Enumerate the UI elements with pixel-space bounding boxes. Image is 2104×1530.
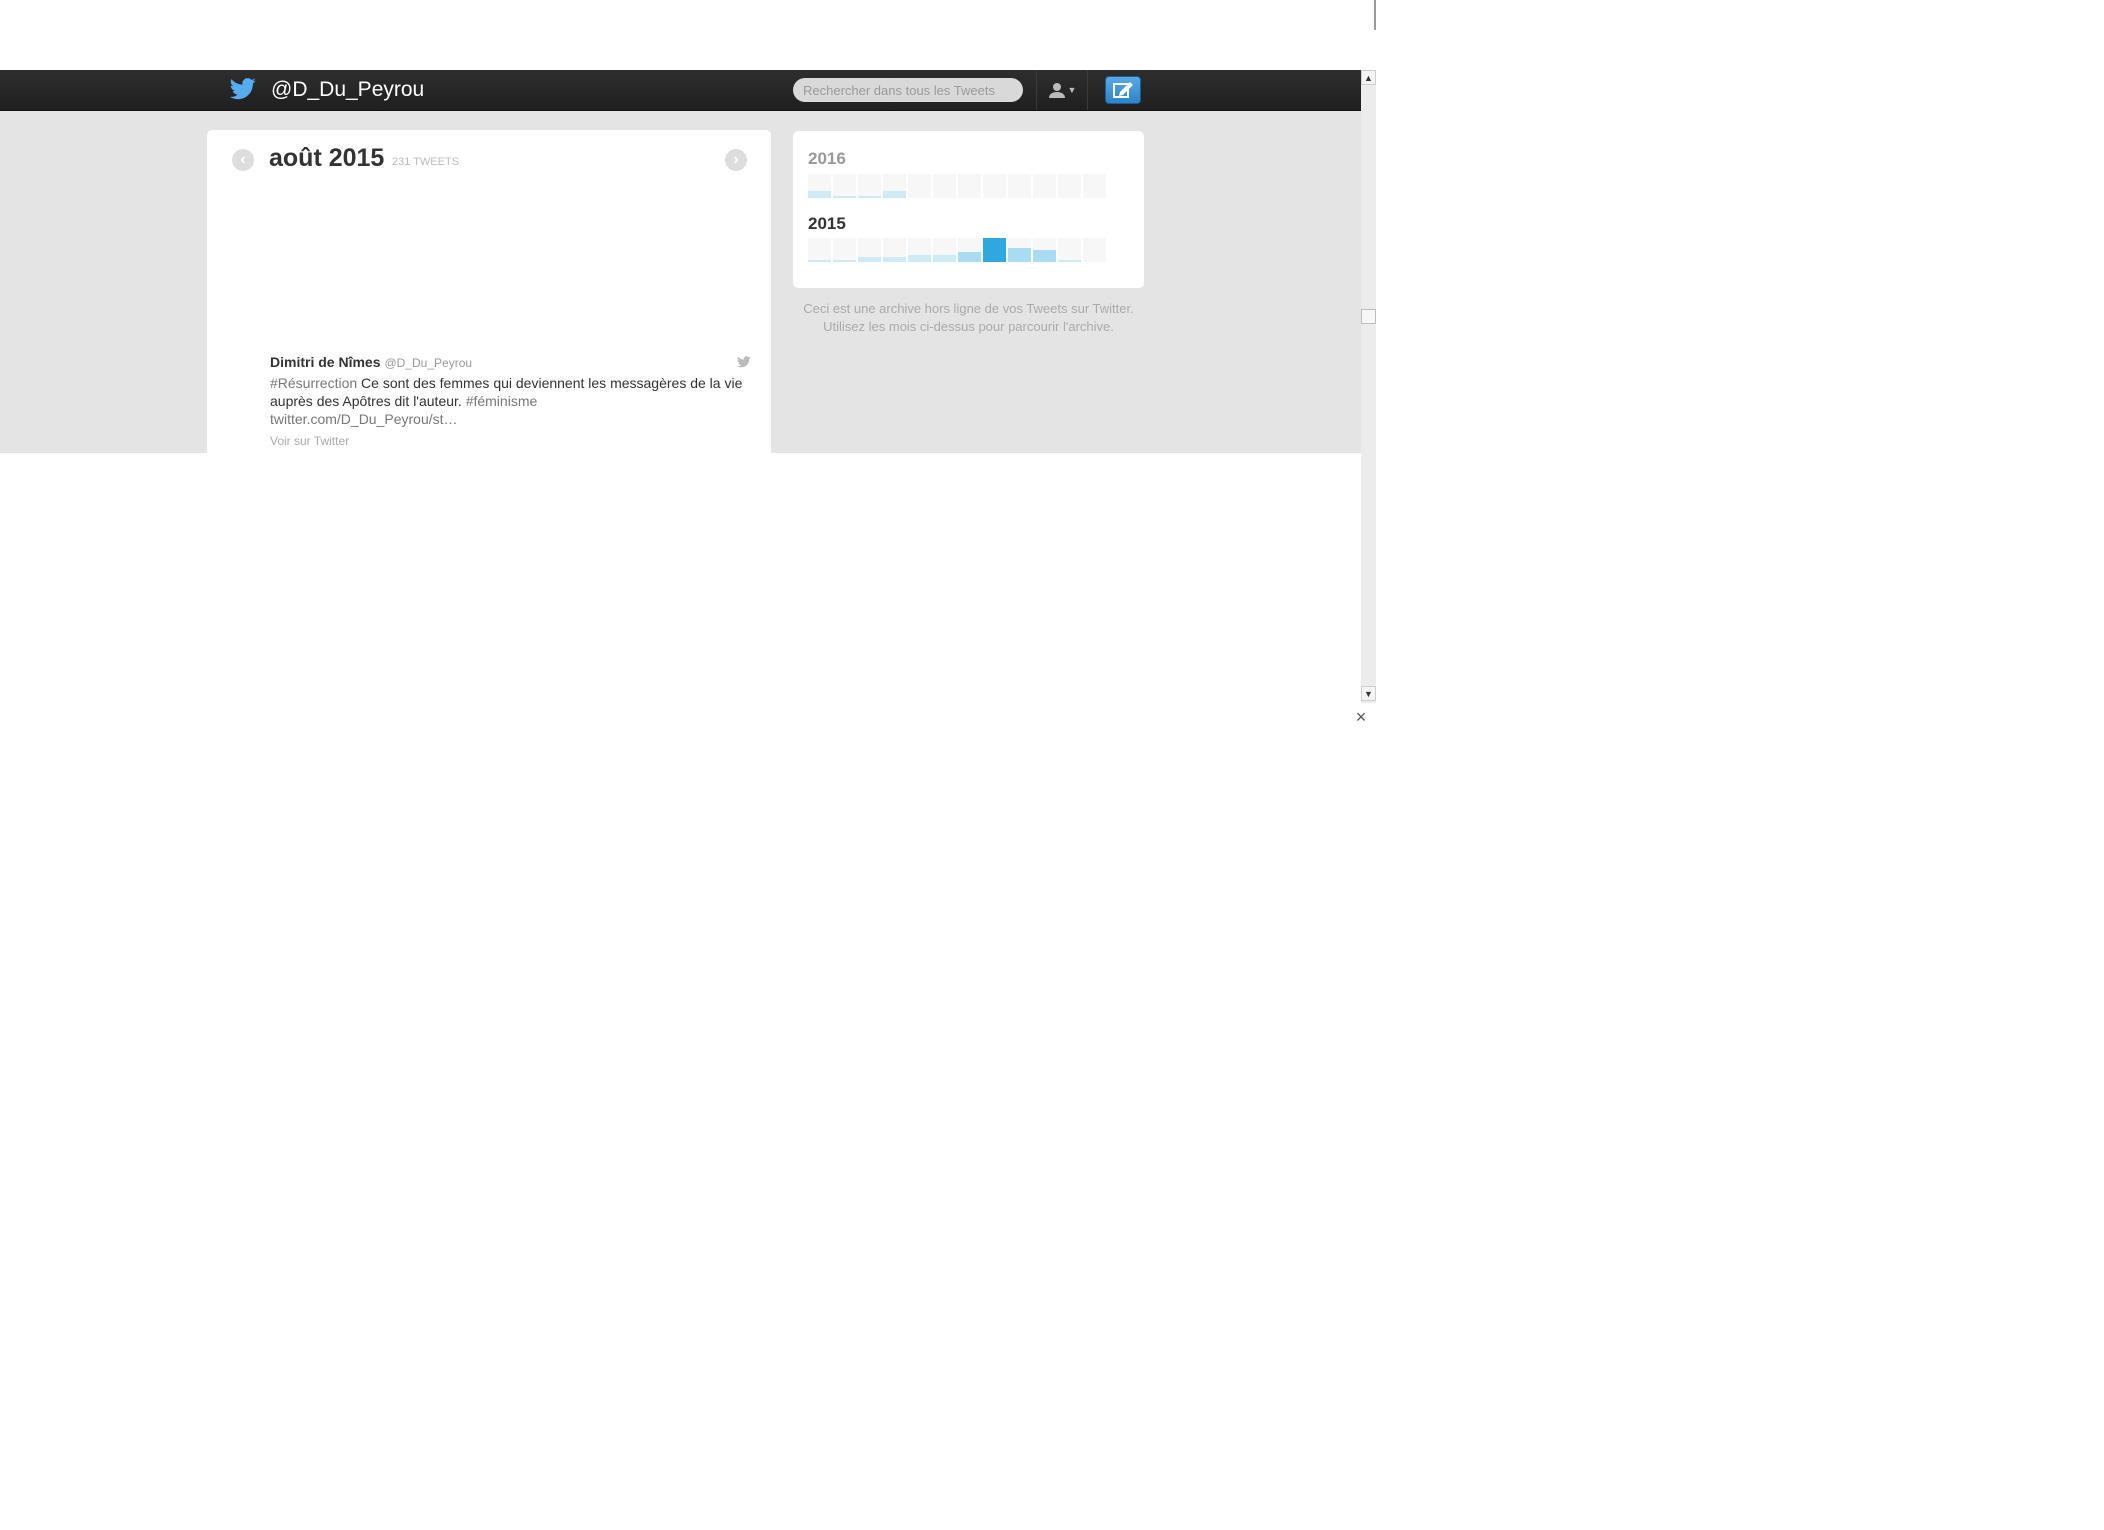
month-cell[interactable]	[1033, 174, 1056, 198]
month-cell[interactable]	[933, 174, 956, 198]
month-title: août 2015	[269, 144, 385, 172]
next-month-button[interactable]: ›	[725, 149, 747, 171]
month-activity-bar	[908, 255, 931, 262]
month-cell[interactable]	[808, 238, 831, 262]
month-cell[interactable]	[933, 238, 956, 262]
month-cell[interactable]	[958, 238, 981, 262]
month-cell[interactable]	[1058, 174, 1081, 198]
month-cell[interactable]	[833, 174, 856, 198]
month-cell[interactable]	[1008, 238, 1031, 262]
month-activity-bar	[958, 252, 981, 262]
account-handle[interactable]: @D_Du_Peyrou	[271, 78, 424, 102]
search-input[interactable]	[793, 78, 1023, 102]
month-activity-bar	[858, 257, 881, 262]
year-label[interactable]: 2016	[808, 149, 846, 169]
archive-note-line: Utilisez les mois ci-dessus pour parcour…	[823, 319, 1114, 334]
compose-button[interactable]	[1105, 76, 1141, 104]
hashtag-link[interactable]: #féminisme	[466, 393, 538, 409]
year-label[interactable]: 2015	[808, 214, 846, 234]
prev-month-button[interactable]: ‹	[232, 149, 254, 171]
top-bar: @D_Du_Peyrou ▼	[0, 70, 1361, 111]
user-menu-button[interactable]: ▼	[1036, 70, 1088, 110]
month-cell[interactable]	[1008, 174, 1031, 198]
tweet-author: Dimitri de Nîmes @D_Du_Peyrou	[270, 354, 472, 370]
month-activity-bar	[858, 196, 881, 198]
month-activity-bar	[833, 260, 856, 262]
arrow-down-icon: ▼	[1364, 688, 1373, 699]
month-activity-bar	[883, 257, 906, 262]
tweet-count: 231 TWEETS	[392, 156, 460, 168]
month-activity-bar	[833, 196, 856, 198]
month-activity-bar	[808, 191, 831, 198]
month-cell[interactable]	[983, 174, 1006, 198]
hashtag-link[interactable]: #Résurrection	[270, 375, 357, 391]
tweet-screen-name[interactable]: @D_Du_Peyrou	[384, 356, 472, 370]
tweet-url[interactable]: twitter.com/D_Du_Peyrou/st…	[270, 411, 458, 427]
chevron-left-icon: ‹	[240, 151, 246, 168]
twitter-bird-icon[interactable]	[229, 78, 257, 100]
month-panel: ‹ août 2015 231 TWEETS › Dimitri de Nîme…	[207, 130, 771, 453]
compose-icon	[1113, 82, 1133, 98]
scroll-thumb[interactable]	[1361, 309, 1376, 324]
tweet-text: #Résurrection Ce sont des femmes qui dev…	[270, 374, 745, 428]
archive-note: Ceci est une archive hors ligne de vos T…	[793, 300, 1144, 336]
window-edge	[1374, 0, 1376, 30]
month-activity-bar	[933, 255, 956, 262]
scroll-down-button[interactable]: ▼	[1361, 686, 1376, 701]
user-icon	[1048, 83, 1065, 98]
view-on-twitter-link[interactable]: Voir sur Twitter	[270, 434, 349, 448]
tweet-item: Dimitri de Nîmes @D_Du_Peyrou #Résurrecti…	[207, 354, 771, 453]
month-cell[interactable]	[808, 174, 831, 198]
chevron-right-icon: ›	[733, 151, 739, 168]
month-cell[interactable]	[1083, 174, 1106, 198]
month-cell[interactable]	[908, 238, 931, 262]
month-cell[interactable]	[983, 238, 1006, 262]
month-cell[interactable]	[1083, 238, 1106, 262]
month-activity-bar	[808, 260, 831, 262]
twitter-bird-icon	[737, 356, 751, 368]
month-cell[interactable]	[1033, 238, 1056, 262]
month-cell[interactable]	[908, 174, 931, 198]
month-cell[interactable]	[883, 238, 906, 262]
tweet-author-name[interactable]: Dimitri de Nîmes	[270, 354, 380, 370]
month-activity-bar	[883, 191, 906, 198]
vertical-scrollbar[interactable]: ▲ ▼	[1361, 70, 1376, 703]
scroll-up-button[interactable]: ▲	[1361, 70, 1376, 85]
month-cell[interactable]	[833, 238, 856, 262]
month-cell[interactable]	[858, 174, 881, 198]
close-icon[interactable]: ×	[1352, 708, 1370, 726]
arrow-up-icon: ▲	[1364, 72, 1373, 83]
month-cell[interactable]	[1058, 238, 1081, 262]
month-cell[interactable]	[958, 174, 981, 198]
month-activity-bar	[1058, 260, 1081, 262]
month-activity-bar	[1033, 250, 1056, 262]
archive-note-line: Ceci est une archive hors ligne de vos T…	[803, 301, 1134, 316]
month-cell[interactable]	[858, 238, 881, 262]
archive-navigator: 2016 2015	[793, 131, 1144, 288]
month-activity-bar	[1008, 248, 1031, 262]
month-activity-bar	[983, 238, 1006, 262]
month-cell[interactable]	[883, 174, 906, 198]
browser-frame: @D_Du_Peyrou ▼ ‹ août 2015 231 TWEETS ›	[0, 0, 1376, 735]
chevron-down-icon: ▼	[1067, 85, 1077, 95]
